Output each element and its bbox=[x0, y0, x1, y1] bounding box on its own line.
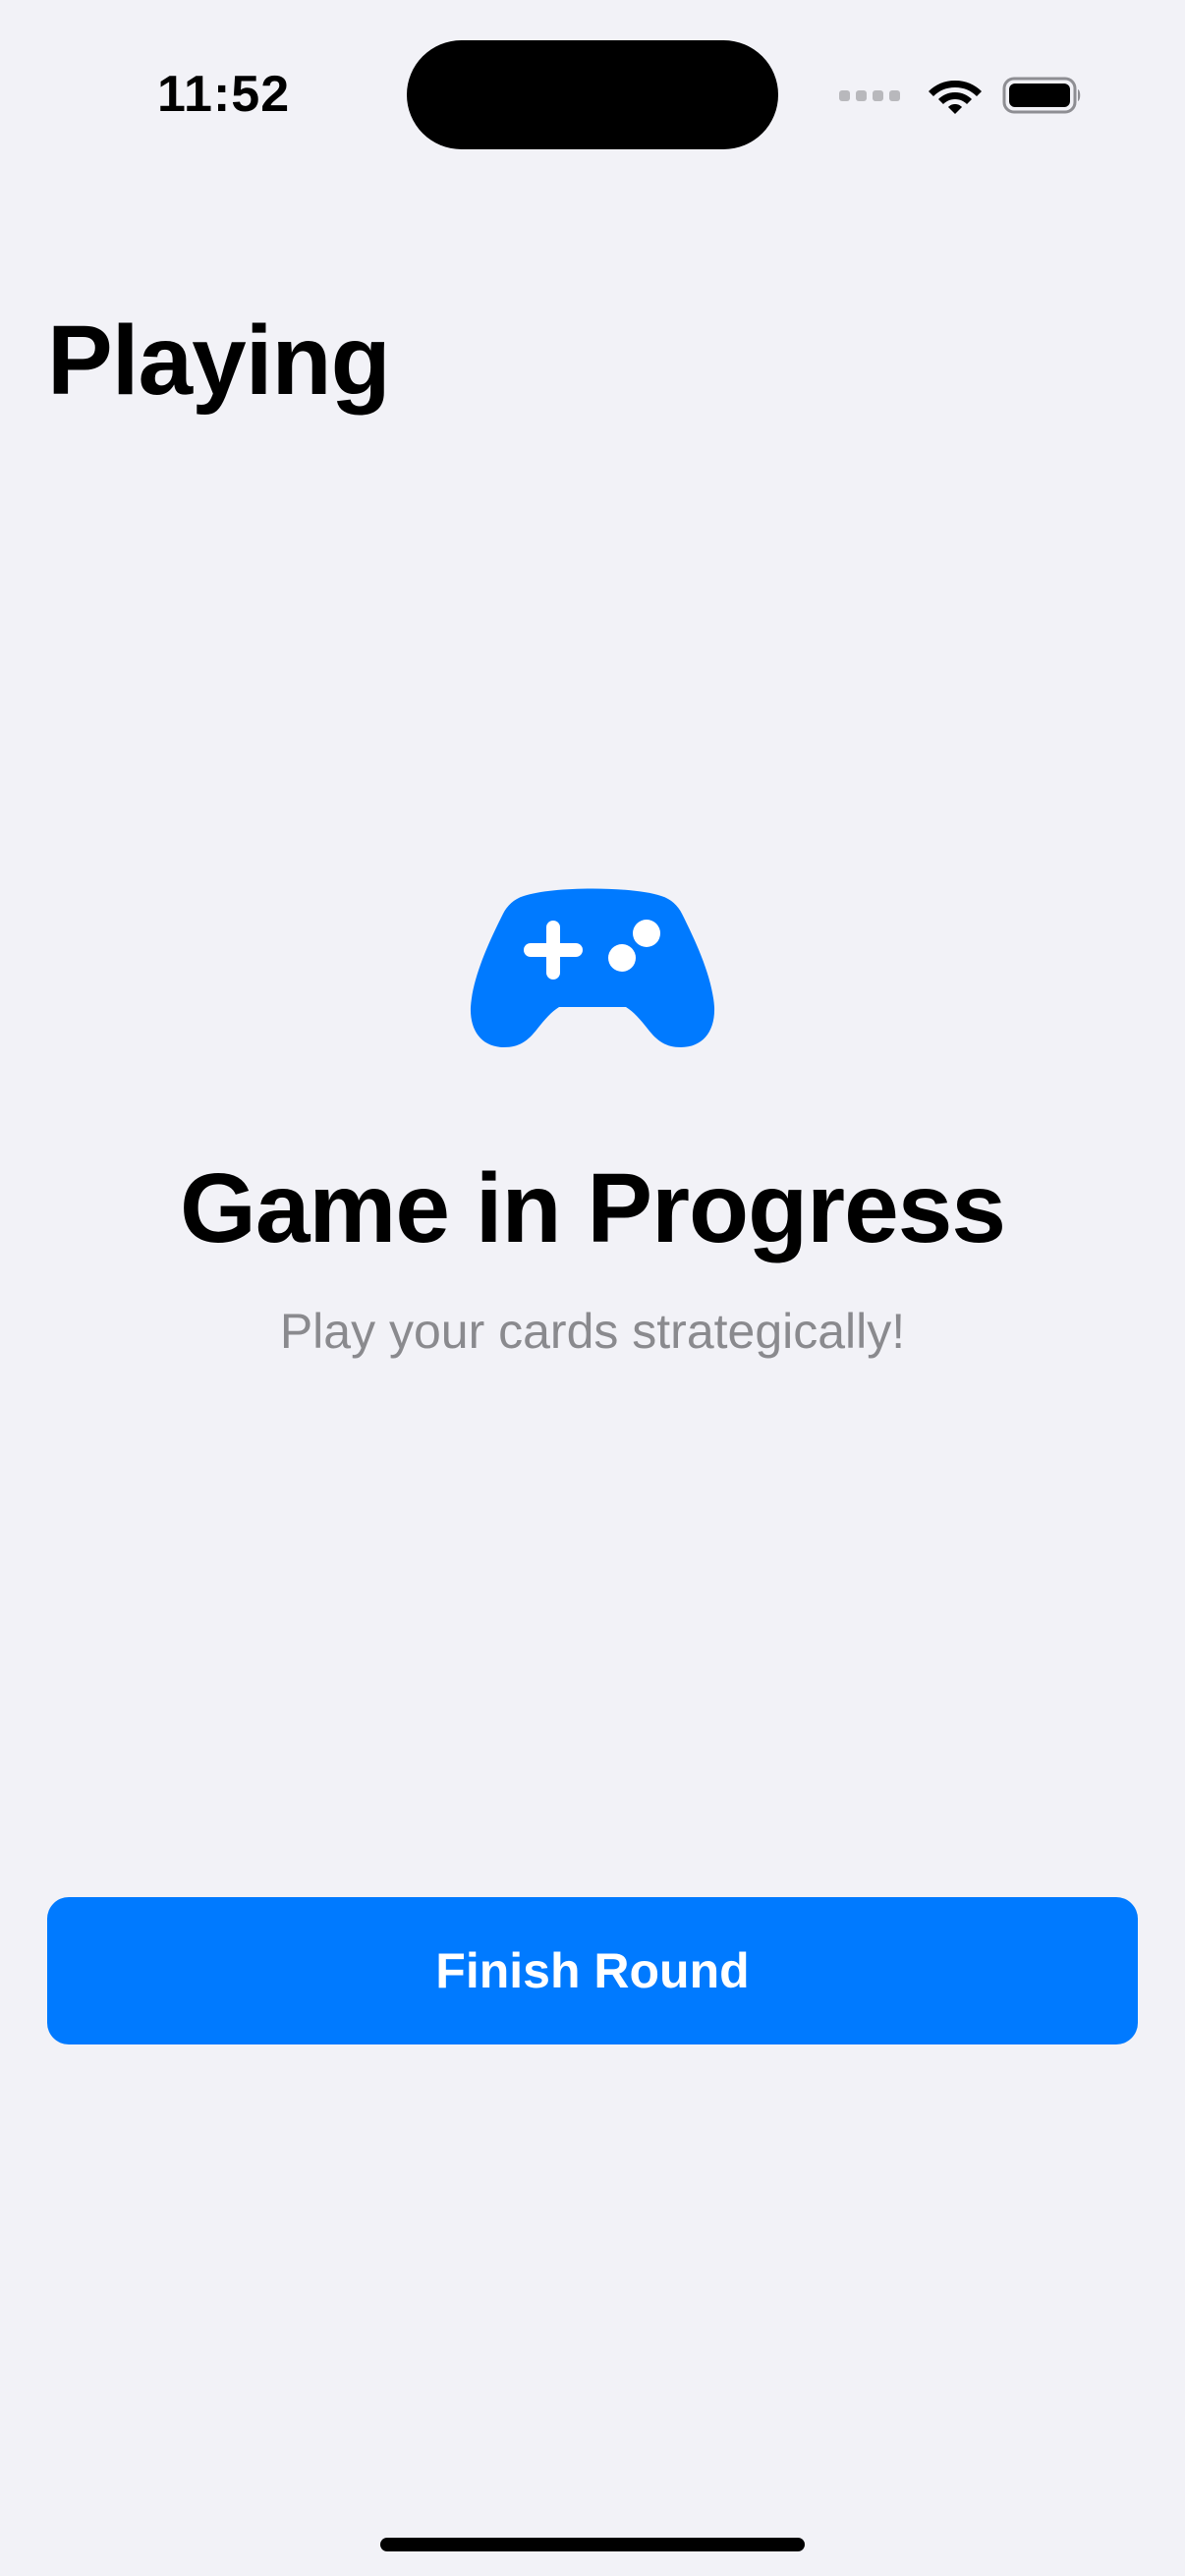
wifi-icon bbox=[929, 81, 982, 114]
cellular-signal-icon bbox=[839, 89, 900, 101]
hero-section: Game in Progress Play your cards strateg… bbox=[0, 884, 1185, 1356]
gamecontroller-icon bbox=[470, 888, 715, 1047]
finish-round-button[interactable]: Finish Round bbox=[47, 1897, 1138, 2044]
status-bar: 11:52 bbox=[0, 0, 1185, 196]
dynamic-island bbox=[407, 40, 778, 149]
page-title: Playing bbox=[47, 306, 391, 416]
hero-title: Game in Progress bbox=[180, 1153, 1006, 1263]
hero-subtitle: Play your cards strategically! bbox=[279, 1304, 906, 1359]
battery-icon bbox=[1002, 77, 1081, 114]
status-indicators bbox=[839, 71, 1083, 120]
status-time: 11:52 bbox=[157, 66, 291, 123]
home-indicator[interactable] bbox=[380, 2538, 805, 2551]
